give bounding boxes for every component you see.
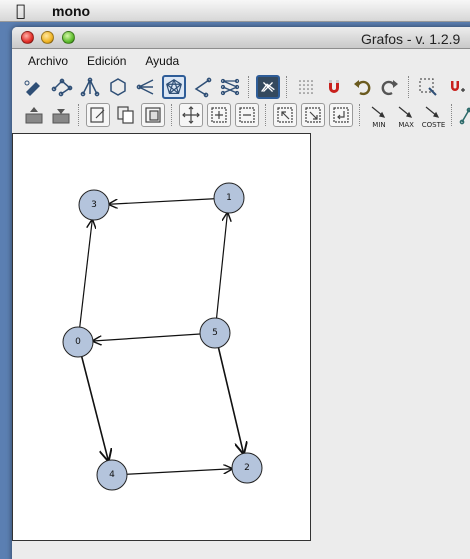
toolbar-separator xyxy=(408,76,410,98)
graph-edge-1-3[interactable] xyxy=(109,198,215,204)
menu-ayuda[interactable]: Ayuda xyxy=(145,54,179,68)
toolbar-separator xyxy=(171,104,173,126)
expand-icon[interactable] xyxy=(207,103,232,127)
graph-svg[interactable]: 0 1 2 3 4 5 xyxy=(13,134,312,542)
magnet-select-icon[interactable] xyxy=(444,75,468,99)
graph-node-2[interactable]: 2 xyxy=(231,452,263,484)
toolbar-separator xyxy=(78,104,80,126)
graph-node-label: 0 xyxy=(75,337,81,347)
toolbar-separator xyxy=(265,104,267,126)
grid-icon[interactable] xyxy=(294,75,318,99)
toolbar-separator xyxy=(248,76,250,98)
app-window: Grafos - v. 1.2.9 Archivo Edición Ayuda xyxy=(12,27,470,559)
save-file-icon[interactable] xyxy=(49,103,72,127)
cost-button[interactable]: COSTE xyxy=(421,103,446,129)
menu-edicion[interactable]: Edición xyxy=(87,54,126,68)
magnet-icon[interactable] xyxy=(322,75,346,99)
edit-document-icon[interactable] xyxy=(86,103,111,127)
graph-node-5[interactable]: 5 xyxy=(199,317,231,349)
clear-canvas-icon[interactable] xyxy=(256,75,280,99)
paste-document-icon[interactable] xyxy=(141,103,166,127)
graph-node-label: 2 xyxy=(244,463,250,473)
system-menubar:  mono xyxy=(0,0,470,22)
max-label: MAX xyxy=(398,121,414,129)
graph-toolbar xyxy=(12,73,470,101)
app-menu: Archivo Edición Ayuda xyxy=(12,49,470,73)
graph-node-0[interactable]: 0 xyxy=(62,326,94,358)
angle-graph-icon[interactable] xyxy=(190,75,214,99)
selection-icon[interactable] xyxy=(416,75,440,99)
graph-edge-4-2[interactable] xyxy=(126,469,232,475)
star-graph-icon[interactable] xyxy=(134,75,158,99)
graph-node-label: 5 xyxy=(212,328,218,338)
open-file-icon[interactable] xyxy=(22,103,45,127)
graph-edge-0-4[interactable] xyxy=(80,356,109,461)
graph-node-4[interactable]: 4 xyxy=(96,459,128,491)
toolbar-separator xyxy=(359,104,361,126)
bipartite-graph-icon[interactable] xyxy=(218,75,242,99)
graph-edge-5-1[interactable] xyxy=(215,213,228,319)
tree-graph-icon[interactable] xyxy=(78,75,102,99)
direction-icon[interactable] xyxy=(329,103,354,127)
graph-canvas[interactable]: 0 1 2 3 4 5 xyxy=(12,133,311,541)
graph-node-label: 1 xyxy=(226,193,232,203)
align-bottomright-icon[interactable] xyxy=(301,103,326,127)
path-graph-icon[interactable] xyxy=(50,75,74,99)
pen-edge-icon[interactable] xyxy=(22,75,46,99)
align-topleft-icon[interactable] xyxy=(273,103,298,127)
minimize-window-button[interactable] xyxy=(41,31,54,44)
menu-archivo[interactable]: Archivo xyxy=(28,54,68,68)
graph-node-label: 4 xyxy=(109,470,115,480)
shrink-icon[interactable] xyxy=(235,103,260,127)
graph-edge-5-2[interactable] xyxy=(217,347,243,454)
min-label: MIN xyxy=(372,121,386,129)
min-path-button[interactable]: MIN xyxy=(367,103,390,129)
graph-edge-0-3[interactable] xyxy=(79,220,93,328)
close-window-button[interactable] xyxy=(21,31,34,44)
window-titlebar[interactable]: Grafos - v. 1.2.9 xyxy=(12,27,470,49)
undo-icon[interactable] xyxy=(350,75,374,99)
move-icon[interactable] xyxy=(179,103,204,127)
redo-icon[interactable] xyxy=(378,75,402,99)
copy-document-icon[interactable] xyxy=(114,103,137,127)
toolbar-separator xyxy=(450,104,453,126)
app-name-menu[interactable]: mono xyxy=(52,3,90,19)
cycle-graph-icon[interactable] xyxy=(106,75,130,99)
connect-icon[interactable] xyxy=(459,103,470,127)
window-title: Grafos - v. 1.2.9 xyxy=(361,31,461,47)
graph-node-label: 3 xyxy=(91,200,97,210)
cost-label: COSTE xyxy=(421,121,446,129)
toolbar-separator xyxy=(286,76,288,98)
complete-graph-icon[interactable] xyxy=(162,75,186,99)
graph-node-1[interactable]: 1 xyxy=(213,182,245,214)
graph-node-3[interactable]: 3 xyxy=(78,189,110,221)
max-path-button[interactable]: MAX xyxy=(395,103,418,129)
graph-edge-5-0[interactable] xyxy=(93,333,201,341)
file-toolbar: MIN MAX COSTE xyxy=(12,101,470,129)
zoom-window-button[interactable] xyxy=(62,31,75,44)
apple-icon[interactable]:  xyxy=(16,1,38,20)
